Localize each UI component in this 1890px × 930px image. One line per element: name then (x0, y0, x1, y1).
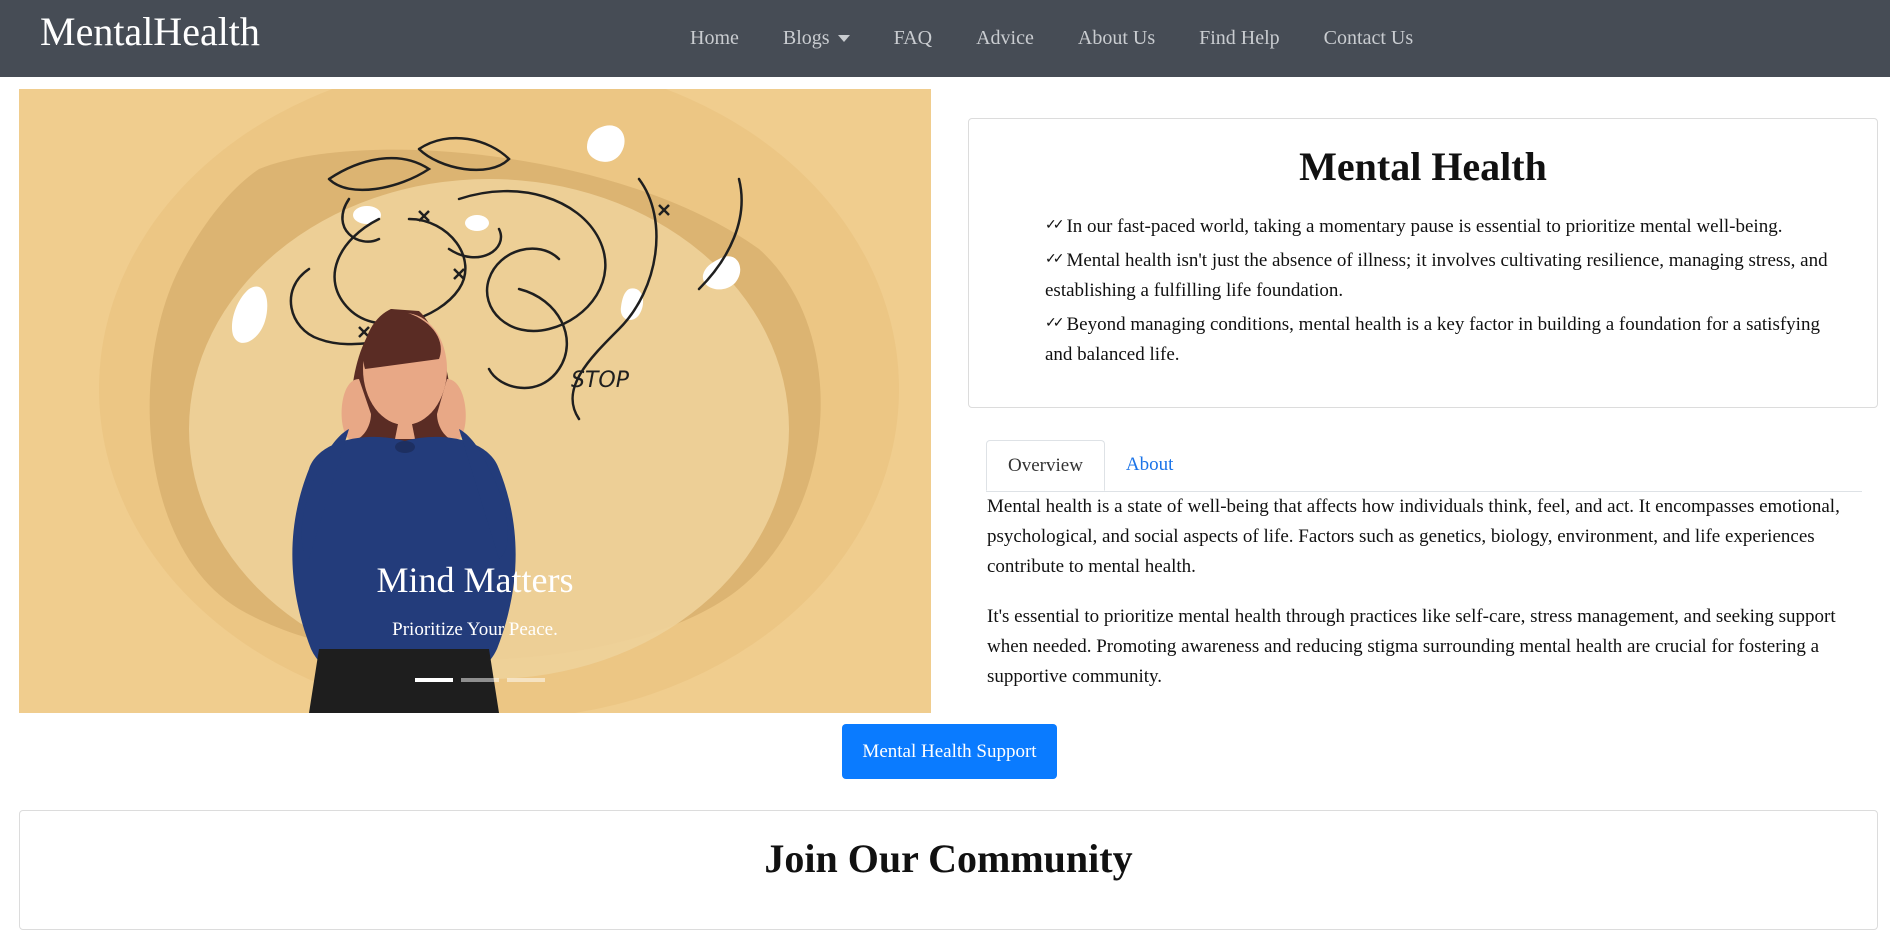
card-point-text: In our fast-paced world, taking a moment… (1066, 216, 1783, 237)
tab-overview[interactable]: Overview (986, 440, 1105, 491)
double-check-icon: ✓✓ (1045, 316, 1065, 331)
nav-links: Home Blogs FAQ Advice About Us Find Help… (690, 0, 1457, 77)
caret-down-icon (837, 35, 850, 42)
mental-health-card: Mental Health ✓✓ In our fast-paced world,… (968, 118, 1878, 408)
carousel-indicators (411, 678, 549, 682)
card-points: ✓✓ In our fast-paced world, taking a mome… (1045, 211, 1845, 373)
nav-blogs-dropdown[interactable]: Blogs (783, 27, 850, 50)
double-check-icon: ✓✓ (1045, 218, 1065, 233)
info-tabs: Overview About (986, 440, 1862, 492)
carousel-indicator-3[interactable] (507, 678, 545, 682)
hero-carousel[interactable]: STOP Mind Matters Prioritize Your Peace. (19, 89, 931, 713)
nav-blogs-label: Blogs (782, 27, 830, 49)
carousel-caption-title: Mind Matters (376, 560, 574, 600)
tab-content-overview: Mental health is a state of well-being t… (987, 492, 1857, 712)
overview-paragraph: Mental health is a state of well-being t… (987, 496, 1840, 577)
card-point-text: Mental health isn't just the absence of … (1045, 250, 1828, 301)
carousel-caption-subtitle: Prioritize Your Peace. (392, 619, 558, 640)
nav-about-us[interactable]: About Us (1078, 27, 1155, 50)
mental-health-support-button[interactable]: Mental Health Support (842, 724, 1057, 779)
nav-contact-us[interactable]: Contact Us (1324, 27, 1413, 50)
community-section: Join Our Community (19, 810, 1878, 930)
card-point: ✓✓ In our fast-paced world, taking a mome… (1045, 211, 1845, 242)
overview-paragraph: It's essential to prioritize mental heal… (987, 606, 1836, 687)
carousel-indicator-2[interactable] (461, 678, 499, 682)
card-point: ✓✓ Mental health isn't just the absence o… (1045, 245, 1845, 306)
navbar: MentalHealth Home Blogs FAQ Advice About… (0, 0, 1890, 77)
card-point-text: Beyond managing conditions, mental healt… (1045, 314, 1820, 365)
double-check-icon: ✓✓ (1045, 252, 1065, 267)
nav-advice[interactable]: Advice (976, 27, 1034, 50)
card-title: Mental Health (1299, 144, 1547, 189)
nav-find-help[interactable]: Find Help (1199, 27, 1280, 50)
brand-logo[interactable]: MentalHealth (40, 8, 260, 56)
nav-faq[interactable]: FAQ (894, 27, 933, 50)
carousel-indicator-1[interactable] (415, 678, 453, 682)
nav-home[interactable]: Home (690, 27, 739, 50)
community-title: Join Our Community (764, 836, 1133, 881)
card-point: ✓✓ Beyond managing conditions, mental hea… (1045, 309, 1845, 370)
illustration-stop-text: STOP (571, 368, 630, 393)
tab-about[interactable]: About (1105, 440, 1195, 490)
